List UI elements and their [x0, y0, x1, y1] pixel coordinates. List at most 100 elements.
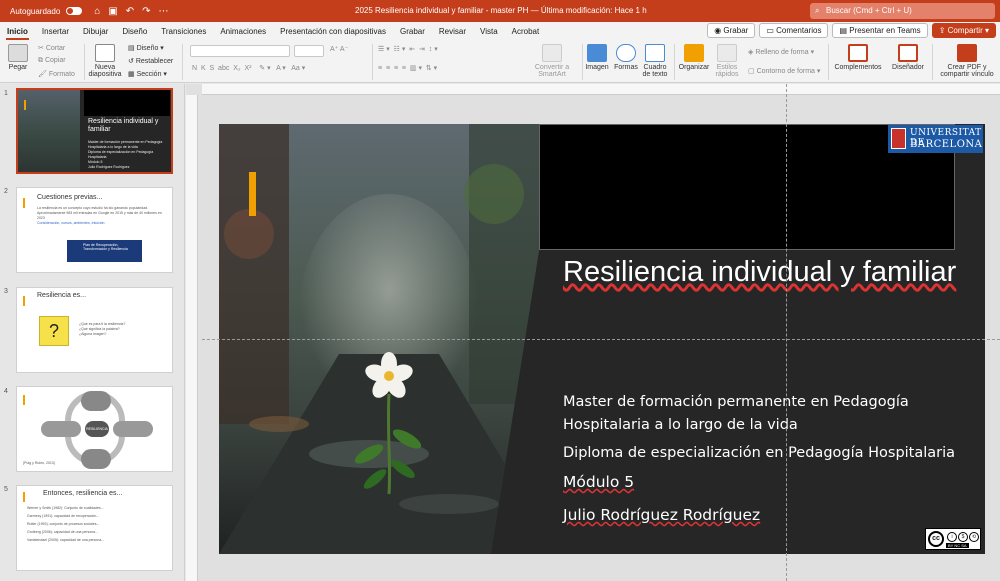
shield-icon [891, 128, 906, 149]
copy-button[interactable]: ⧉ Copiar [38, 57, 66, 65]
font-size-buttons[interactable]: A⁺ A⁻ [330, 45, 348, 53]
new-slide-icon [95, 44, 115, 62]
image-icon [587, 44, 607, 62]
quick-styles-icon [717, 44, 737, 62]
smartart-icon [542, 44, 562, 62]
font-format-buttons[interactable]: N K S abc X₂ X² ✎ ▾ A ▾ Aa ▾ [192, 64, 305, 72]
vertical-guide[interactable] [786, 84, 787, 581]
horizontal-guide[interactable] [202, 339, 1000, 340]
tab-inicio[interactable]: Inicio [0, 27, 35, 40]
creative-commons-badge: cc i $ ⟲ BY NC SA [925, 528, 981, 550]
sa-icon: ⟲ [969, 532, 979, 542]
thumb-photo [18, 90, 80, 172]
slide-thumbnail-2[interactable]: Cuestiones previas... La resiliencia es … [16, 187, 173, 273]
module-label[interactable]: Módulo 5 [563, 471, 634, 493]
shape-fill-button[interactable]: ◈ Relleno de forma ▾ [748, 48, 814, 56]
comments-button[interactable]: ▭ Comentarios [759, 23, 829, 38]
save-icon[interactable]: ▣ [108, 6, 117, 17]
redo-icon[interactable]: ↷ [142, 6, 150, 17]
align-buttons[interactable]: ≡ ≡ ≡ ≡ ▥ ▾ ⇅ ▾ [378, 64, 437, 72]
tab-insertar[interactable]: Insertar [35, 27, 76, 36]
customize-icon[interactable]: ⋯ [159, 6, 169, 17]
slide-thumbnails-panel[interactable]: 1 Resiliencia individual y familiar Mast… [0, 84, 185, 581]
layout-button[interactable]: ▤ Diseño ▾ [128, 44, 164, 52]
designer-button[interactable]: Diseñador [886, 44, 930, 71]
new-slide-button[interactable]: Nueva diapositiva [88, 44, 122, 78]
share-button[interactable]: ⇪ Compartir ▾ [931, 23, 996, 38]
horizontal-ruler[interactable] [202, 84, 1000, 95]
tab-presentacion[interactable]: Presentación con diapositivas [273, 27, 393, 36]
thumb-title: Resiliencia es... [37, 292, 87, 299]
shapes-icon [616, 44, 636, 62]
record-button[interactable]: ◉ Grabar [707, 23, 756, 38]
font-size-select[interactable] [294, 45, 324, 57]
addins-icon [848, 44, 868, 62]
question-icon: ? [39, 316, 69, 346]
undo-icon[interactable]: ↶ [126, 6, 134, 17]
addins-button[interactable]: Complementos [832, 44, 884, 71]
nc-icon: $ [958, 532, 968, 542]
ribbon-tabs: Inicio Insertar Dibujar Diseño Transicio… [0, 22, 1000, 40]
thumb-title: Cuestiones previas... [37, 194, 103, 201]
tab-vista[interactable]: Vista [473, 27, 505, 36]
slide-number: 2 [4, 188, 8, 195]
create-pdf-button[interactable]: Crear PDF y compartir vínculo [936, 44, 998, 78]
slide-number: 1 [4, 90, 8, 97]
slide-number: 4 [4, 388, 8, 395]
thumb-title: Entonces, resiliencia es... [43, 490, 123, 497]
list-buttons[interactable]: ☰ ▾ ☷ ▾ ⇤ ⇥ ↕ ▾ [378, 45, 438, 53]
quick-styles-button[interactable]: Estilos rápidos [712, 44, 742, 78]
shapes-button[interactable]: Formas [612, 44, 640, 71]
section-button[interactable]: ▦ Sección ▾ [128, 70, 167, 78]
tab-acrobat[interactable]: Acrobat [505, 27, 547, 36]
autosave-label: Autoguardado [10, 6, 61, 16]
textbox-icon [645, 44, 665, 62]
paste-button[interactable]: Pegar [6, 44, 30, 71]
ribbon-home: Pegar ✂ Cortar ⧉ Copiar 🖌 Formato Nueva … [0, 40, 1000, 83]
search-icon: ⌕ [815, 6, 820, 15]
tab-dibujar[interactable]: Dibujar [76, 27, 115, 36]
designer-icon [898, 44, 918, 62]
subtitle-line-3[interactable]: Diploma de especialización en Pedagogía … [563, 442, 955, 464]
smartart-button[interactable]: Convertir a SmartArt [524, 44, 580, 78]
thumb-title: Resiliencia individual y familiar [88, 118, 159, 133]
slide-thumbnail-4[interactable]: RESILIENCIA (Puig y Rubio, 2013) [16, 386, 173, 472]
font-family-select[interactable] [190, 45, 290, 57]
teams-button[interactable]: ▤ Presentar en Teams [832, 23, 928, 38]
university-logo[interactable]: UNIVERSITAT DE BARCELONA [888, 125, 983, 153]
thumb-banner: Plan de Recuperación, Transformación y R… [67, 240, 142, 262]
by-icon: i [947, 532, 957, 542]
slide-thumbnail-3[interactable]: Resiliencia es... ? ¿Qué es para ti la r… [16, 287, 173, 373]
pdf-icon [957, 44, 977, 62]
tab-grabar[interactable]: Grabar [393, 27, 432, 36]
textbox-button[interactable]: Cuadro de texto [642, 44, 668, 78]
author-name[interactable]: Julio Rodríguez Rodríguez [563, 504, 760, 526]
tab-transiciones[interactable]: Transiciones [154, 27, 213, 36]
arrange-button[interactable]: Organizar [678, 44, 710, 71]
search-input[interactable]: ⌕ Buscar (Cmd + Ctrl + U) [810, 3, 995, 19]
tab-animaciones[interactable]: Animaciones [213, 27, 273, 36]
slide-thumbnail-1[interactable]: Resiliencia individual y familiar Master… [16, 88, 173, 174]
cc-icon: cc [928, 531, 944, 547]
tab-revisar[interactable]: Revisar [432, 27, 473, 36]
orange-accent-bar [249, 172, 256, 216]
reset-button[interactable]: ↺ Restablecer [128, 57, 173, 65]
shape-outline-button[interactable]: ▢ Contorno de forma ▾ [748, 67, 820, 75]
clipboard-icon [8, 44, 28, 62]
format-painter-button[interactable]: 🖌 Formato [38, 70, 75, 78]
vertical-ruler[interactable] [186, 95, 198, 581]
home-icon[interactable]: ⌂ [94, 6, 100, 17]
slide-number: 5 [4, 486, 8, 493]
subtitle-line-1[interactable]: Master de formación permanente en Pedago… [563, 391, 909, 413]
subtitle-line-2[interactable]: Hospitalaria a lo largo de la vida [563, 414, 798, 436]
slide-title[interactable]: Resiliencia individual y familiar [563, 255, 956, 289]
autosave-toggle[interactable] [66, 7, 83, 15]
arrange-icon [684, 44, 704, 62]
slide-thumbnail-5[interactable]: Entonces, resiliencia es... Werner y Smi… [16, 485, 173, 571]
tab-diseno[interactable]: Diseño [115, 27, 154, 36]
cut-button[interactable]: ✂ Cortar [38, 44, 65, 52]
slide-number: 3 [4, 288, 8, 295]
slide-editor[interactable]: UNIVERSITAT DE BARCELONA Resiliencia ind… [186, 84, 1000, 581]
title-bar: Autoguardado ⌂ ▣ ↶ ↷ ⋯ 2025 Resiliencia … [0, 0, 1000, 22]
image-button[interactable]: Imagen [584, 44, 610, 71]
